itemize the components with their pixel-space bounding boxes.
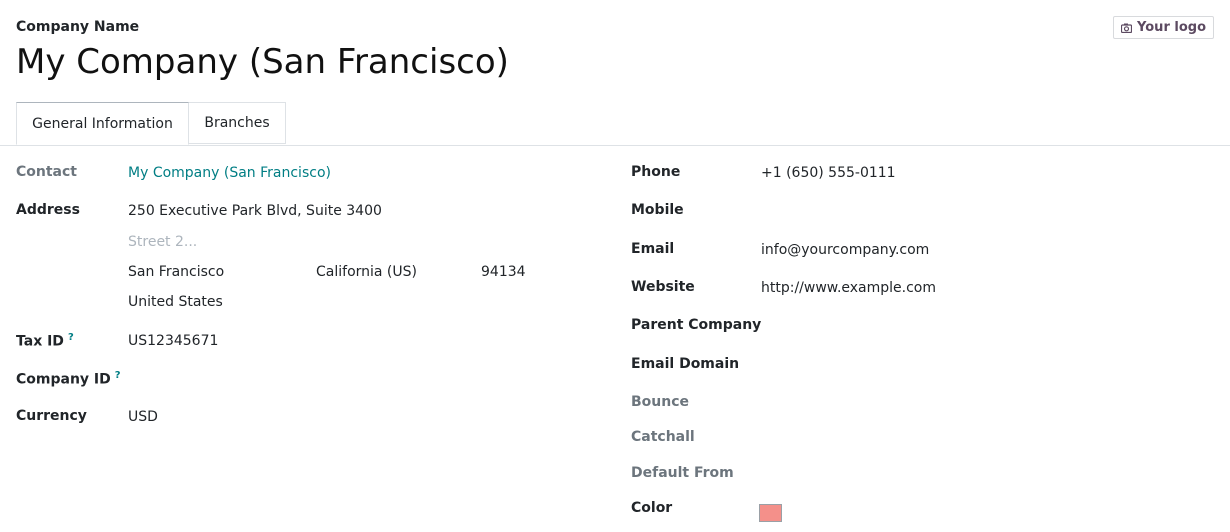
website-field[interactable]: http://www.example.com xyxy=(761,280,936,296)
street2-field[interactable]: Street 2... xyxy=(128,234,197,250)
tax-id-help-icon[interactable]: ? xyxy=(68,332,74,343)
your-logo-button[interactable]: Your logo xyxy=(1113,16,1214,39)
company-id-label-text: Company ID xyxy=(16,371,111,388)
country-field[interactable]: United States xyxy=(128,294,223,310)
zip-field[interactable]: 94134 xyxy=(481,264,526,280)
parent-company-label: Parent Company xyxy=(631,317,762,333)
city-field[interactable]: San Francisco xyxy=(128,264,224,280)
bounce-label: Bounce xyxy=(631,394,690,410)
phone-field[interactable]: +1 (650) 555-0111 xyxy=(761,165,896,181)
email-label: Email xyxy=(631,241,675,257)
your-logo-label: Your logo xyxy=(1137,20,1206,35)
form-tabs: General Information Branches xyxy=(0,102,1230,146)
contact-label: Contact xyxy=(16,164,77,180)
camera-icon xyxy=(1121,23,1133,33)
street-field[interactable]: 250 Executive Park Blvd, Suite 3400 xyxy=(128,203,382,219)
company-id-label: Company ID? xyxy=(16,370,121,388)
tab-general-information[interactable]: General Information xyxy=(16,102,189,145)
phone-label: Phone xyxy=(631,164,681,180)
color-label: Color xyxy=(631,500,673,516)
company-name-field[interactable]: My Company (San Francisco) xyxy=(16,40,509,84)
mobile-label: Mobile xyxy=(631,202,684,218)
currency-label: Currency xyxy=(16,408,87,424)
website-label: Website xyxy=(631,279,695,295)
tax-id-field[interactable]: US12345671 xyxy=(128,333,218,349)
email-domain-label: Email Domain xyxy=(631,356,740,372)
tax-id-label: Tax ID? xyxy=(16,332,74,350)
default-from-label: Default From xyxy=(631,465,734,481)
color-swatch[interactable] xyxy=(759,504,782,522)
tab-branches[interactable]: Branches xyxy=(189,102,286,144)
state-field[interactable]: California (US) xyxy=(316,264,417,280)
catchall-label: Catchall xyxy=(631,429,695,445)
company-id-help-icon[interactable]: ? xyxy=(115,370,121,381)
contact-link[interactable]: My Company (San Francisco) xyxy=(128,165,331,181)
company-name-label: Company Name xyxy=(16,19,140,35)
currency-field[interactable]: USD xyxy=(128,409,158,425)
email-field[interactable]: info@yourcompany.com xyxy=(761,242,929,258)
tax-id-label-text: Tax ID xyxy=(16,333,64,350)
address-label: Address xyxy=(16,202,80,218)
